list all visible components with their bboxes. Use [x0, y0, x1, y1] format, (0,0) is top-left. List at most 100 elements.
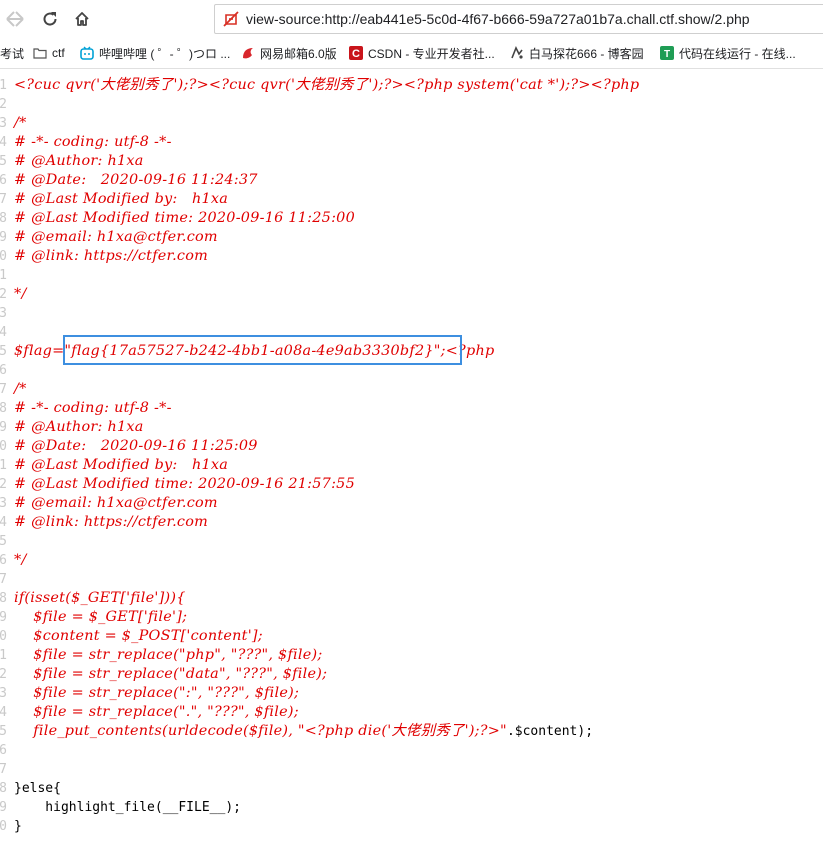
source-line: 8}else{	[0, 779, 823, 798]
bookmark-item[interactable]: C CSDN - 专业开发者社...	[349, 45, 495, 61]
source-code: # @email: h1xa@ctfer.com	[14, 229, 218, 245]
source-line-text: }else{	[14, 779, 61, 798]
bookmark-item[interactable]: 哔哩哔哩 ( ゜- ゜)つロ ...	[80, 45, 230, 61]
source-code: # @Last Modified by: h1xa	[14, 191, 229, 207]
line-number: 5	[0, 724, 7, 739]
source-line: 0}	[0, 817, 823, 836]
source-code: # @link: https://ctfer.com	[14, 514, 209, 530]
csdn-icon: C	[349, 46, 363, 60]
source-line-text: */	[14, 285, 27, 304]
source-code: }else{	[14, 781, 61, 796]
svg-text:C: C	[352, 48, 360, 60]
source-line: 7	[0, 760, 823, 779]
not-secure-icon[interactable]	[223, 11, 239, 27]
line-number: 3	[0, 686, 7, 701]
source-line: 8 # @Last Modified time: 2020-09-16 11:25…	[0, 209, 823, 228]
line-number: 0	[0, 249, 7, 264]
line-number: 1	[0, 648, 7, 663]
source-code: $file = str_replace(":", "???", $file);	[14, 685, 300, 701]
line-number: 1	[0, 78, 7, 93]
source-code: /*	[14, 115, 27, 131]
source-line-text: # @email: h1xa@ctfer.com	[14, 494, 218, 513]
line-number: 8	[0, 591, 7, 606]
source-line: 6	[0, 741, 823, 760]
bookmark-label: CSDN - 专业开发者社...	[368, 46, 495, 61]
source-code: # @link: https://ctfer.com	[14, 248, 209, 264]
source-line: 3	[0, 304, 823, 323]
source-line: 6 # @Date: 2020-09-16 11:24:37	[0, 171, 823, 190]
bookmark-item[interactable]: 白马探花666 - 博客园	[510, 45, 644, 61]
source-code: # @email: h1xa@ctfer.com	[14, 495, 218, 511]
source-line-text: <?cuc qvr('大佬别秀了');?><?cuc qvr('大佬别秀了');…	[14, 76, 639, 95]
bookmark-item[interactable]: 考试	[0, 45, 24, 61]
line-number: 8	[0, 401, 7, 416]
svg-text:T: T	[664, 49, 670, 60]
line-number: 2	[0, 287, 7, 302]
cnblogs-icon	[510, 46, 524, 60]
line-number: 7	[0, 382, 7, 397]
source-line: 9 $file = $_GET['file'];	[0, 608, 823, 627]
bilibili-icon	[80, 46, 94, 60]
source-line: 7	[0, 570, 823, 589]
line-number: 4	[0, 515, 7, 530]
source-code: # @Last Modified time: 2020-09-16 11:25:…	[14, 210, 355, 226]
reload-icon[interactable]	[38, 7, 62, 31]
line-number: 7	[0, 572, 7, 587]
source-line: 2 $file = str_replace("data", "???", $fi…	[0, 665, 823, 684]
source-line: 0 $content = $_POST['content'];	[0, 627, 823, 646]
flag-highlight-box	[63, 335, 462, 365]
source-line-text: # @link: https://ctfer.com	[14, 247, 208, 266]
line-number: 1	[0, 458, 7, 473]
bookmark-label: 网易邮箱6.0版	[260, 46, 337, 61]
line-number: 7	[0, 762, 7, 777]
source-line-text: # @Date: 2020-09-16 11:24:37	[14, 171, 258, 190]
bookmark-item[interactable]: 网易邮箱6.0版	[241, 45, 337, 61]
source-line-text: */	[14, 551, 27, 570]
line-number: 3	[0, 496, 7, 511]
source-code: # -*- coding: utf-8 -*-	[14, 134, 172, 150]
browser-toolbar: view-source:http://eab441e5-5c0d-4f67-b6…	[0, 0, 823, 38]
source-line-text: $content = $_POST['content'];	[14, 627, 263, 646]
source-line-text: # -*- coding: utf-8 -*-	[14, 133, 172, 152]
bookmark-label: 考试	[0, 46, 25, 61]
bookmark-label: 哔哩哔哩 ( ゜- ゜)つロ ...	[99, 46, 231, 61]
folder-icon	[33, 46, 47, 60]
source-line-text: $file = str_replace("php", "???", $file)…	[14, 646, 322, 665]
source-line: 3 /*	[0, 114, 823, 133]
source-code: <?cuc qvr('大佬别秀了');?><?cuc qvr('大佬别秀了');…	[14, 77, 640, 93]
source-line-text: # @Date: 2020-09-16 11:25:09	[14, 437, 258, 456]
line-number: 0	[0, 439, 7, 454]
source-line: 0 # @Date: 2020-09-16 11:25:09	[0, 437, 823, 456]
bookmark-item[interactable]: T 代码在线运行 - 在线...	[660, 45, 796, 61]
source-line-text: # @Author: h1xa	[14, 418, 144, 437]
source-line: 1 $file = str_replace("php", "???", $fil…	[0, 646, 823, 665]
address-bar-url[interactable]: view-source:http://eab441e5-5c0d-4f67-b6…	[246, 11, 750, 27]
source-line: 6 */	[0, 551, 823, 570]
source-line-text: # @Author: h1xa	[14, 152, 144, 171]
address-bar[interactable]: view-source:http://eab441e5-5c0d-4f67-b6…	[214, 4, 823, 34]
line-number: 0	[0, 629, 7, 644]
line-number: 4	[0, 325, 7, 340]
forward-arrow-icon[interactable]	[6, 7, 30, 31]
line-number: 5	[0, 344, 7, 359]
source-code: */	[14, 552, 27, 568]
source-line-text: # -*- coding: utf-8 -*-	[14, 399, 172, 418]
source-line-text: if(isset($_GET['file'])){	[14, 589, 186, 608]
source-code: # @Last Modified by: h1xa	[14, 457, 229, 473]
source-code: $content = $_POST['content'];	[14, 628, 263, 644]
bookmark-item[interactable]: ctf	[33, 45, 65, 61]
line-number: 9	[0, 610, 7, 625]
source-line: 2	[0, 95, 823, 114]
runcode-icon: T	[660, 46, 674, 60]
home-icon[interactable]	[70, 7, 94, 31]
line-number: 6	[0, 173, 7, 188]
source-line: 4 $file = str_replace(".", "???", $file)…	[0, 703, 823, 722]
source-code: */	[14, 286, 27, 302]
line-number: 4	[0, 135, 7, 150]
source-line: 5	[0, 532, 823, 551]
source-code: highlight_file(__FILE__);	[14, 800, 241, 815]
bookmark-label: ctf	[52, 46, 65, 60]
source-code: # @Date: 2020-09-16 11:24:37	[14, 172, 258, 188]
source-line: 4 # -*- coding: utf-8 -*-	[0, 133, 823, 152]
source-line: 8 # -*- coding: utf-8 -*-	[0, 399, 823, 418]
